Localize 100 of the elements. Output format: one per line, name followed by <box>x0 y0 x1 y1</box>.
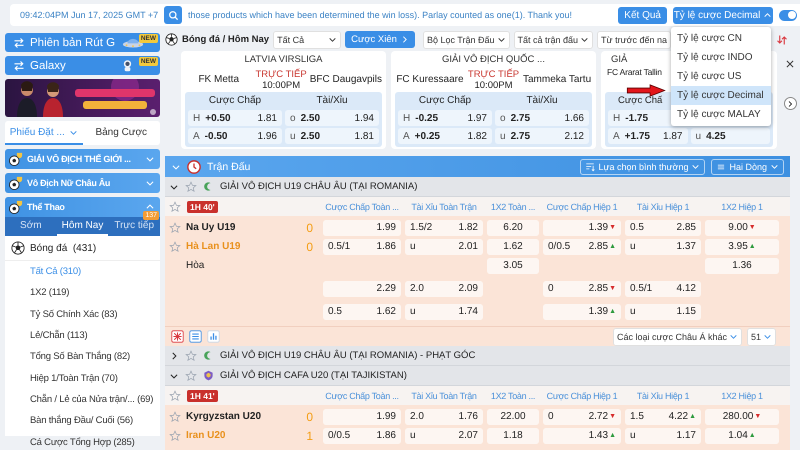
odds-button[interactable]: u 2.50 1.81 <box>285 128 379 144</box>
star-icon[interactable] <box>169 430 181 442</box>
trophy-ball-icon <box>9 176 23 190</box>
odds-button[interactable]: 1.62 <box>487 238 539 254</box>
star-icon[interactable] <box>169 240 181 252</box>
team-name: Hà Lan U19 <box>186 241 242 252</box>
star-icon[interactable] <box>185 370 197 382</box>
league-name: LATVIA VIRSLIGA <box>244 54 324 67</box>
odds-button[interactable]: u 2.75 2.12 <box>495 128 589 144</box>
market-item[interactable]: 1X2 (119) <box>5 282 160 304</box>
list-icon[interactable] <box>189 330 202 343</box>
odds-button[interactable]: u 1.17 <box>625 428 701 444</box>
odds-button[interactable]: 0/0.5 1.86 <box>323 428 401 444</box>
star-icon[interactable] <box>169 410 181 422</box>
odds-button[interactable]: 2.0 1.76 <box>405 408 483 424</box>
odds-button[interactable]: u 1.37 <box>625 238 701 254</box>
column-header: 1X2 Hiệp 1 <box>720 202 764 212</box>
league-header[interactable]: GIẢI VÔ ĐỊCH U19 CHÂU ÂU (TẠI ROMANIA) <box>165 177 790 197</box>
market-item[interactable]: Chẵn / Lẻ của Nửa trận/... (69) <box>5 388 160 410</box>
column-header: 1X2 Toàn ... <box>490 202 536 212</box>
trophy-ball-icon <box>9 200 23 214</box>
live-status: TRỰC TIẾP <box>468 68 520 80</box>
odds-button[interactable]: H +0.50 1.81 <box>188 110 282 126</box>
filter-dropdown[interactable]: Bộ Lọc Trận Đấu <box>422 30 510 48</box>
market-item[interactable]: Hiệp 1/Toàn Trận (70) <box>5 367 160 389</box>
market-item[interactable]: Bàn thắng Đầu/ Cuối (56) <box>5 410 160 432</box>
odds-button[interactable]: A -0.50 1.96 <box>188 128 282 144</box>
column-header: Tài Xỉu Hiệp 1 <box>636 390 690 400</box>
count-dropdown[interactable]: 51 <box>746 328 776 346</box>
kick-off-time: 10:00PM <box>262 80 300 90</box>
league-name: GIẢ <box>611 54 628 67</box>
league-header[interactable]: GIẢI VÔ ĐỊCH CAFA U20 (TẠI TAJIKISTAN) <box>165 366 790 386</box>
odds-button[interactable]: 2.0 2.09 <box>405 280 483 296</box>
menu-item[interactable]: Tỷ lệ cược US <box>671 66 771 86</box>
star-icon[interactable] <box>169 390 181 402</box>
odds-button[interactable]: A +1.75 1.87 <box>608 128 688 144</box>
menu-item[interactable]: Tỷ lệ cược CN <box>671 28 771 48</box>
sort-icon <box>585 162 596 172</box>
column-label: Tài/Xỉu <box>525 94 559 108</box>
filter-dropdown[interactable]: Từ trước đến na <box>597 30 672 48</box>
odds-button[interactable]: 1.5/2 1.82 <box>405 220 483 236</box>
column-header: Tài Xỉu Hiệp 1 <box>636 202 690 212</box>
odds-button[interactable]: 0.5/1 4.12 <box>625 280 701 296</box>
market-item[interactable]: Lẻ/Chẵn (113) <box>5 324 160 346</box>
notice-text: those products which have been determined the win loss). Parlay counted as one(1). Thank you! <box>188 10 574 20</box>
odds-button[interactable]: 0.5 2.85 <box>625 220 701 236</box>
odds-button[interactable]: 22.00 <box>487 408 539 424</box>
menu-item[interactable]: Tỷ lệ cược INDO <box>671 48 771 66</box>
odds-button[interactable]: u 1.74 <box>405 304 483 320</box>
menu-item[interactable]: Tỷ lệ cược Decimal <box>671 86 771 104</box>
market-item[interactable]: Tổng Số Bàn Thắng (82) <box>5 346 160 368</box>
league-header[interactable]: GIẢI VÔ ĐỊCH U19 CHÂU ÂU (TẠI ROMANIA) - PHẠT GÓC <box>165 346 790 366</box>
star-icon[interactable] <box>169 200 181 212</box>
chart-icon[interactable] <box>207 330 220 343</box>
odds-button[interactable]: H -0.25 1.97 <box>398 110 492 126</box>
star-icon[interactable] <box>169 222 181 234</box>
odds-button[interactable]: 1.36 <box>705 258 779 274</box>
odds-button[interactable]: u 2.01 <box>405 238 483 254</box>
odds-button[interactable]: 2.29 <box>323 280 401 296</box>
odds-button[interactable]: 1.99 <box>323 408 401 424</box>
team-name: Iran U20 <box>186 430 226 441</box>
column-header: Tài Xỉu Toàn Trận <box>410 202 478 212</box>
odds-button[interactable]: A +0.25 1.82 <box>398 128 492 144</box>
market-item[interactable]: Cá Cược Tổng Hợp (285) <box>5 431 160 450</box>
search-button[interactable] <box>164 6 182 24</box>
close-icon[interactable] <box>785 59 795 69</box>
breadcrumb: Bóng đá / Hôm Nay <box>182 34 270 45</box>
next-button[interactable] <box>784 97 796 110</box>
column-header: 1X2 Toàn ... <box>490 390 536 400</box>
filter-dropdown[interactable]: Tất Cả <box>273 30 342 48</box>
soccer-ball-icon <box>11 241 25 255</box>
sport-item[interactable]: Bóng đá (431) <box>5 236 160 261</box>
odds-button[interactable]: 3.05 <box>487 258 539 274</box>
search-icon <box>168 10 178 20</box>
odds-button[interactable]: u 1.15 <box>625 304 701 320</box>
odds-button[interactable]: 1.18 <box>487 428 539 444</box>
odds-button[interactable]: o 2.50 1.94 <box>285 110 379 126</box>
odds-button[interactable]: 1.99 <box>323 220 401 236</box>
star-icon[interactable] <box>185 180 197 192</box>
market-item[interactable]: Tỷ Số Chính Xác (83) <box>5 304 160 325</box>
tab[interactable]: Sớm <box>5 217 57 236</box>
odds-button[interactable]: u 4.25 <box>690 128 770 144</box>
kick-off-time: 10:00PM <box>474 80 513 90</box>
team-name: Kyrgyzstan U20 <box>186 411 262 422</box>
tab[interactable]: Trực tiếp <box>108 217 160 236</box>
odds-button[interactable]: u 2.07 <box>405 428 483 444</box>
odds-button[interactable]: 6.20 <box>487 220 539 236</box>
odds-button[interactable]: 0.5 1.62 <box>323 304 401 320</box>
toggle-switch[interactable] <box>779 10 797 20</box>
trophy-ball-icon <box>9 152 23 166</box>
match-clock: 1H 40' <box>187 200 218 212</box>
sort-icon[interactable] <box>776 34 788 46</box>
filter-dropdown[interactable]: Tất cả trận đấu <box>514 30 594 48</box>
odds-button[interactable]: o 2.75 1.66 <box>495 110 589 126</box>
odds-button[interactable]: 0.5/1 1.86 <box>323 238 401 254</box>
star-icon[interactable] <box>185 350 197 362</box>
column-label: Cược Chấ <box>618 94 662 108</box>
team-name: Tammeka Tartu <box>522 74 592 85</box>
tab[interactable]: Bảng Cược <box>82 121 160 145</box>
market-dropdown[interactable]: Các loại cược Châu Á khác <box>613 328 742 346</box>
